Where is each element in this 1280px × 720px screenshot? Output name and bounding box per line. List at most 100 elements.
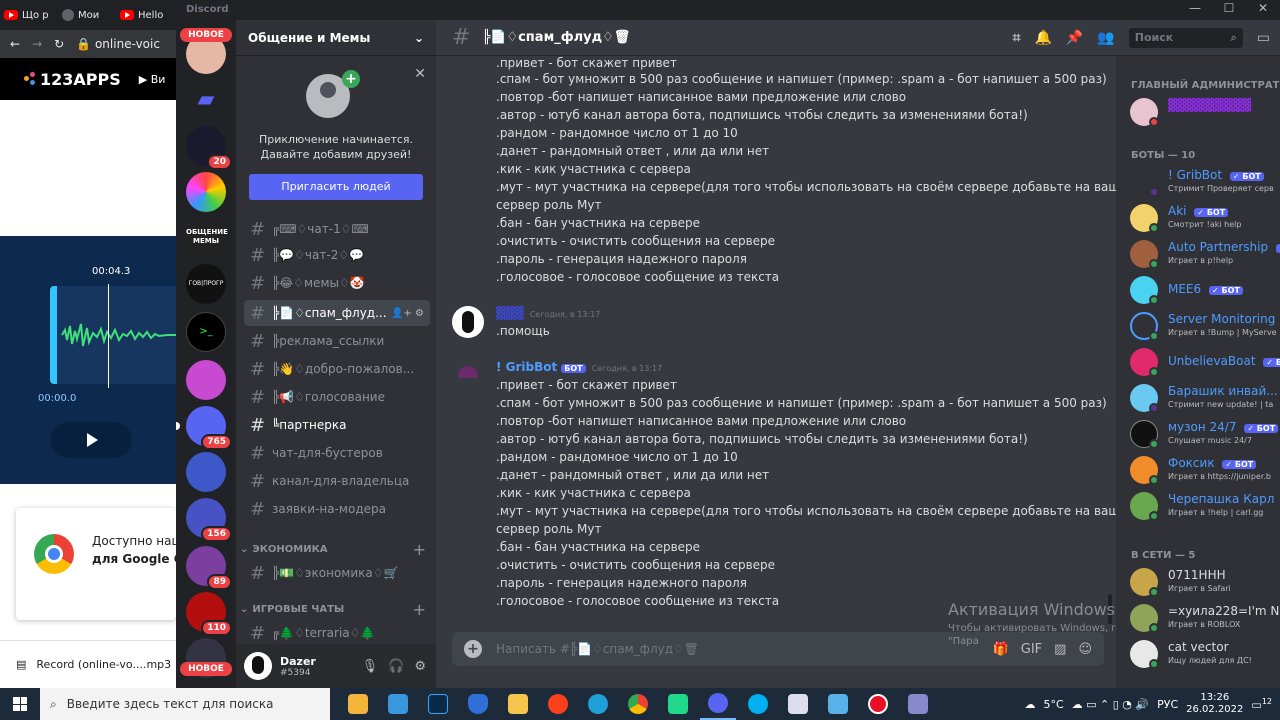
play-button[interactable]	[50, 422, 132, 458]
browser-tab[interactable]: Мои	[62, 9, 116, 21]
channel-item[interactable]: # заявки-на-модера	[244, 496, 430, 522]
channel-item[interactable]: # ╔⌨♢чат-1♢⌨	[244, 216, 430, 242]
taskbar-search[interactable]: ⌕ Введите здесь текст для поиска	[40, 688, 330, 720]
member-item[interactable]: Aki ✓ БОТ Смотрит !aki help	[1130, 202, 1280, 238]
channel-item[interactable]: # ╠💬♢чат-2♢💬	[244, 242, 430, 268]
channel-item-active[interactable]: # ╠📄♢спам_флуд... 👤+ ⚙	[244, 300, 430, 326]
member-item[interactable]: Фоксик ✓ БОТ Играет в https://juniper.b	[1130, 454, 1280, 490]
gear-icon[interactable]: ⚙	[414, 659, 426, 674]
member-item[interactable]: MEE6 ✓ БОТ	[1130, 274, 1280, 310]
video-link[interactable]: ▶ Ви	[139, 73, 166, 86]
avatar[interactable]	[244, 652, 272, 680]
member-item[interactable]: Server Monitoring Играет в !Bump | MyServ…	[1130, 310, 1280, 346]
server-header[interactable]: Общение и Мемы ⌄	[236, 20, 436, 56]
category-games[interactable]: ⌄ ИГРОВЫЕ ЧАТЫ +	[240, 600, 426, 619]
member-item[interactable]: ▓▓▓▓▓▓▓▓▓	[1130, 96, 1280, 132]
server-icon[interactable]: 156	[186, 498, 232, 542]
store-icon[interactable]	[340, 688, 376, 720]
browser-tab[interactable]: Що р	[4, 10, 58, 21]
minimize-icon[interactable]: —	[1178, 1, 1212, 19]
clock[interactable]: 13:26 26.02.2022	[1186, 692, 1243, 716]
back-icon[interactable]: ←	[10, 37, 20, 51]
forward-icon[interactable]: →	[32, 37, 42, 51]
server-icon[interactable]	[186, 452, 226, 492]
chrome-promo[interactable]: Доступно наш для Google Ch	[16, 508, 176, 620]
pin-icon[interactable]: 📌	[1066, 30, 1083, 46]
chrome-icon[interactable]	[620, 688, 656, 720]
member-item[interactable]: cat vector Ищу людей для ДС!	[1130, 638, 1280, 674]
members-icon[interactable]: 👥	[1097, 30, 1114, 46]
start-button[interactable]	[0, 688, 40, 720]
bell-icon[interactable]: 🔔	[1034, 30, 1051, 46]
reload-icon[interactable]: ↻	[54, 37, 64, 51]
notification-icon[interactable]: ▭12	[1251, 697, 1272, 712]
server-icon[interactable]: 89	[186, 546, 232, 590]
channel-settings-icons[interactable]: 👤+ ⚙	[391, 308, 430, 319]
server-icon[interactable]: 20	[186, 126, 232, 170]
server-icon[interactable]: 765	[186, 406, 232, 450]
message-author[interactable]: ▓▓▓ Сегодня, в 13:17	[496, 306, 600, 320]
inbox-icon[interactable]: ▭	[1257, 30, 1270, 46]
member-item[interactable]: Барашик инвай... Стримит new update! | ta	[1130, 382, 1280, 418]
tray-icons[interactable]: ☁ ▭ ⌃ ▯ ◔ 🔊	[1072, 698, 1149, 711]
member-item[interactable]: музон 24/7 ✓ БОТ Слушает music 24/7	[1130, 418, 1280, 454]
folder-icon[interactable]: ▰	[186, 80, 226, 120]
upload-icon[interactable]: +	[464, 640, 482, 658]
channel-item[interactable]: # канал-для-владельца	[244, 468, 430, 494]
member-item[interactable]: Черепашка Карл Играет в !help | carl.gg	[1130, 490, 1280, 526]
edge-icon[interactable]	[580, 688, 616, 720]
avatar[interactable]	[452, 306, 484, 338]
member-item[interactable]: =хуила228=I'm Not Играет в ROBLOX	[1130, 602, 1280, 638]
discord-icon[interactable]	[700, 688, 736, 720]
shield-icon[interactable]	[460, 688, 496, 720]
add-channel-icon[interactable]: +	[413, 600, 426, 619]
avatar[interactable]	[452, 360, 484, 392]
server-icon[interactable]	[186, 172, 226, 212]
add-channel-icon[interactable]: +	[413, 540, 426, 559]
yandex-icon[interactable]	[540, 688, 576, 720]
channel-item[interactable]: # ╠📢♢голосование	[244, 384, 430, 410]
channel-item[interactable]: # ╠реклама_ссылки	[244, 328, 430, 354]
server-icon[interactable]: ГОВ|ПРОГР	[186, 264, 226, 304]
photoshop-icon[interactable]	[420, 688, 456, 720]
channel-item[interactable]: # ╚партнерка	[244, 412, 430, 438]
notepad-icon[interactable]	[780, 688, 816, 720]
member-item[interactable]: 0711HHH Играет в Safari	[1130, 566, 1280, 602]
browser-tab[interactable]: Hello	[120, 10, 174, 21]
channel-item[interactable]: # ╠😂♢мемы♢🤡	[244, 270, 430, 296]
search-input[interactable]: Поиск ⌕	[1128, 27, 1243, 48]
channel-item[interactable]: # ╠💵♢экономика♢🛒	[244, 560, 430, 586]
playhead[interactable]	[108, 284, 109, 388]
url-bar[interactable]: 🔒 online-voic	[76, 37, 160, 51]
app-icon[interactable]	[820, 688, 856, 720]
invite-button[interactable]: Пригласить людей	[249, 174, 423, 200]
server-icon[interactable]: 110	[186, 592, 232, 636]
message-author[interactable]: ! GribBot БОТ Сегодня, в 13:17	[496, 360, 662, 374]
channel-item[interactable]: # чат-для-бустеров	[244, 440, 430, 466]
category-economy[interactable]: ⌄ ЭКОНОМИКА +	[240, 540, 426, 559]
skype-icon[interactable]	[740, 688, 776, 720]
close-icon[interactable]: ✕	[414, 66, 426, 82]
app-icon[interactable]	[900, 688, 936, 720]
server-icon[interactable]	[186, 360, 226, 400]
threads-icon[interactable]: ⌗	[1013, 30, 1021, 46]
weather-icon[interactable]: ☁	[1024, 698, 1035, 711]
folder-icon[interactable]	[500, 688, 536, 720]
headphones-icon[interactable]: 🎧	[388, 659, 404, 674]
app-icon[interactable]	[380, 688, 416, 720]
member-item[interactable]: UnbelievaBoat ✓ БОТ	[1130, 346, 1280, 382]
member-item[interactable]: Auto Partnership ✓ БОТИграет в p!help	[1130, 238, 1280, 274]
microphone-icon[interactable]: 🎙	[362, 659, 379, 674]
member-item[interactable]: ! GribBot ✓ БОТ Стримит Проверяет серв	[1130, 166, 1280, 202]
download-bar[interactable]: ▤ Record (online-vo....mp3	[0, 640, 176, 688]
maximize-icon[interactable]: ☐	[1212, 1, 1246, 19]
server-icon[interactable]: >_	[186, 312, 226, 352]
pycharm-icon[interactable]	[660, 688, 696, 720]
app-logo[interactable]: 123APPS	[24, 70, 121, 89]
close-icon[interactable]: ✕	[1246, 1, 1280, 19]
channel-item[interactable]: # ╔🌲♢terraria♢🌲	[244, 620, 430, 646]
waveform[interactable]	[50, 286, 176, 384]
server-icon[interactable]: ОБЩЕНИЕ МЕМЫ	[186, 218, 228, 258]
channel-item[interactable]: # ╠👋♢добро-пожалов...	[244, 356, 430, 382]
record-icon[interactable]	[860, 688, 896, 720]
